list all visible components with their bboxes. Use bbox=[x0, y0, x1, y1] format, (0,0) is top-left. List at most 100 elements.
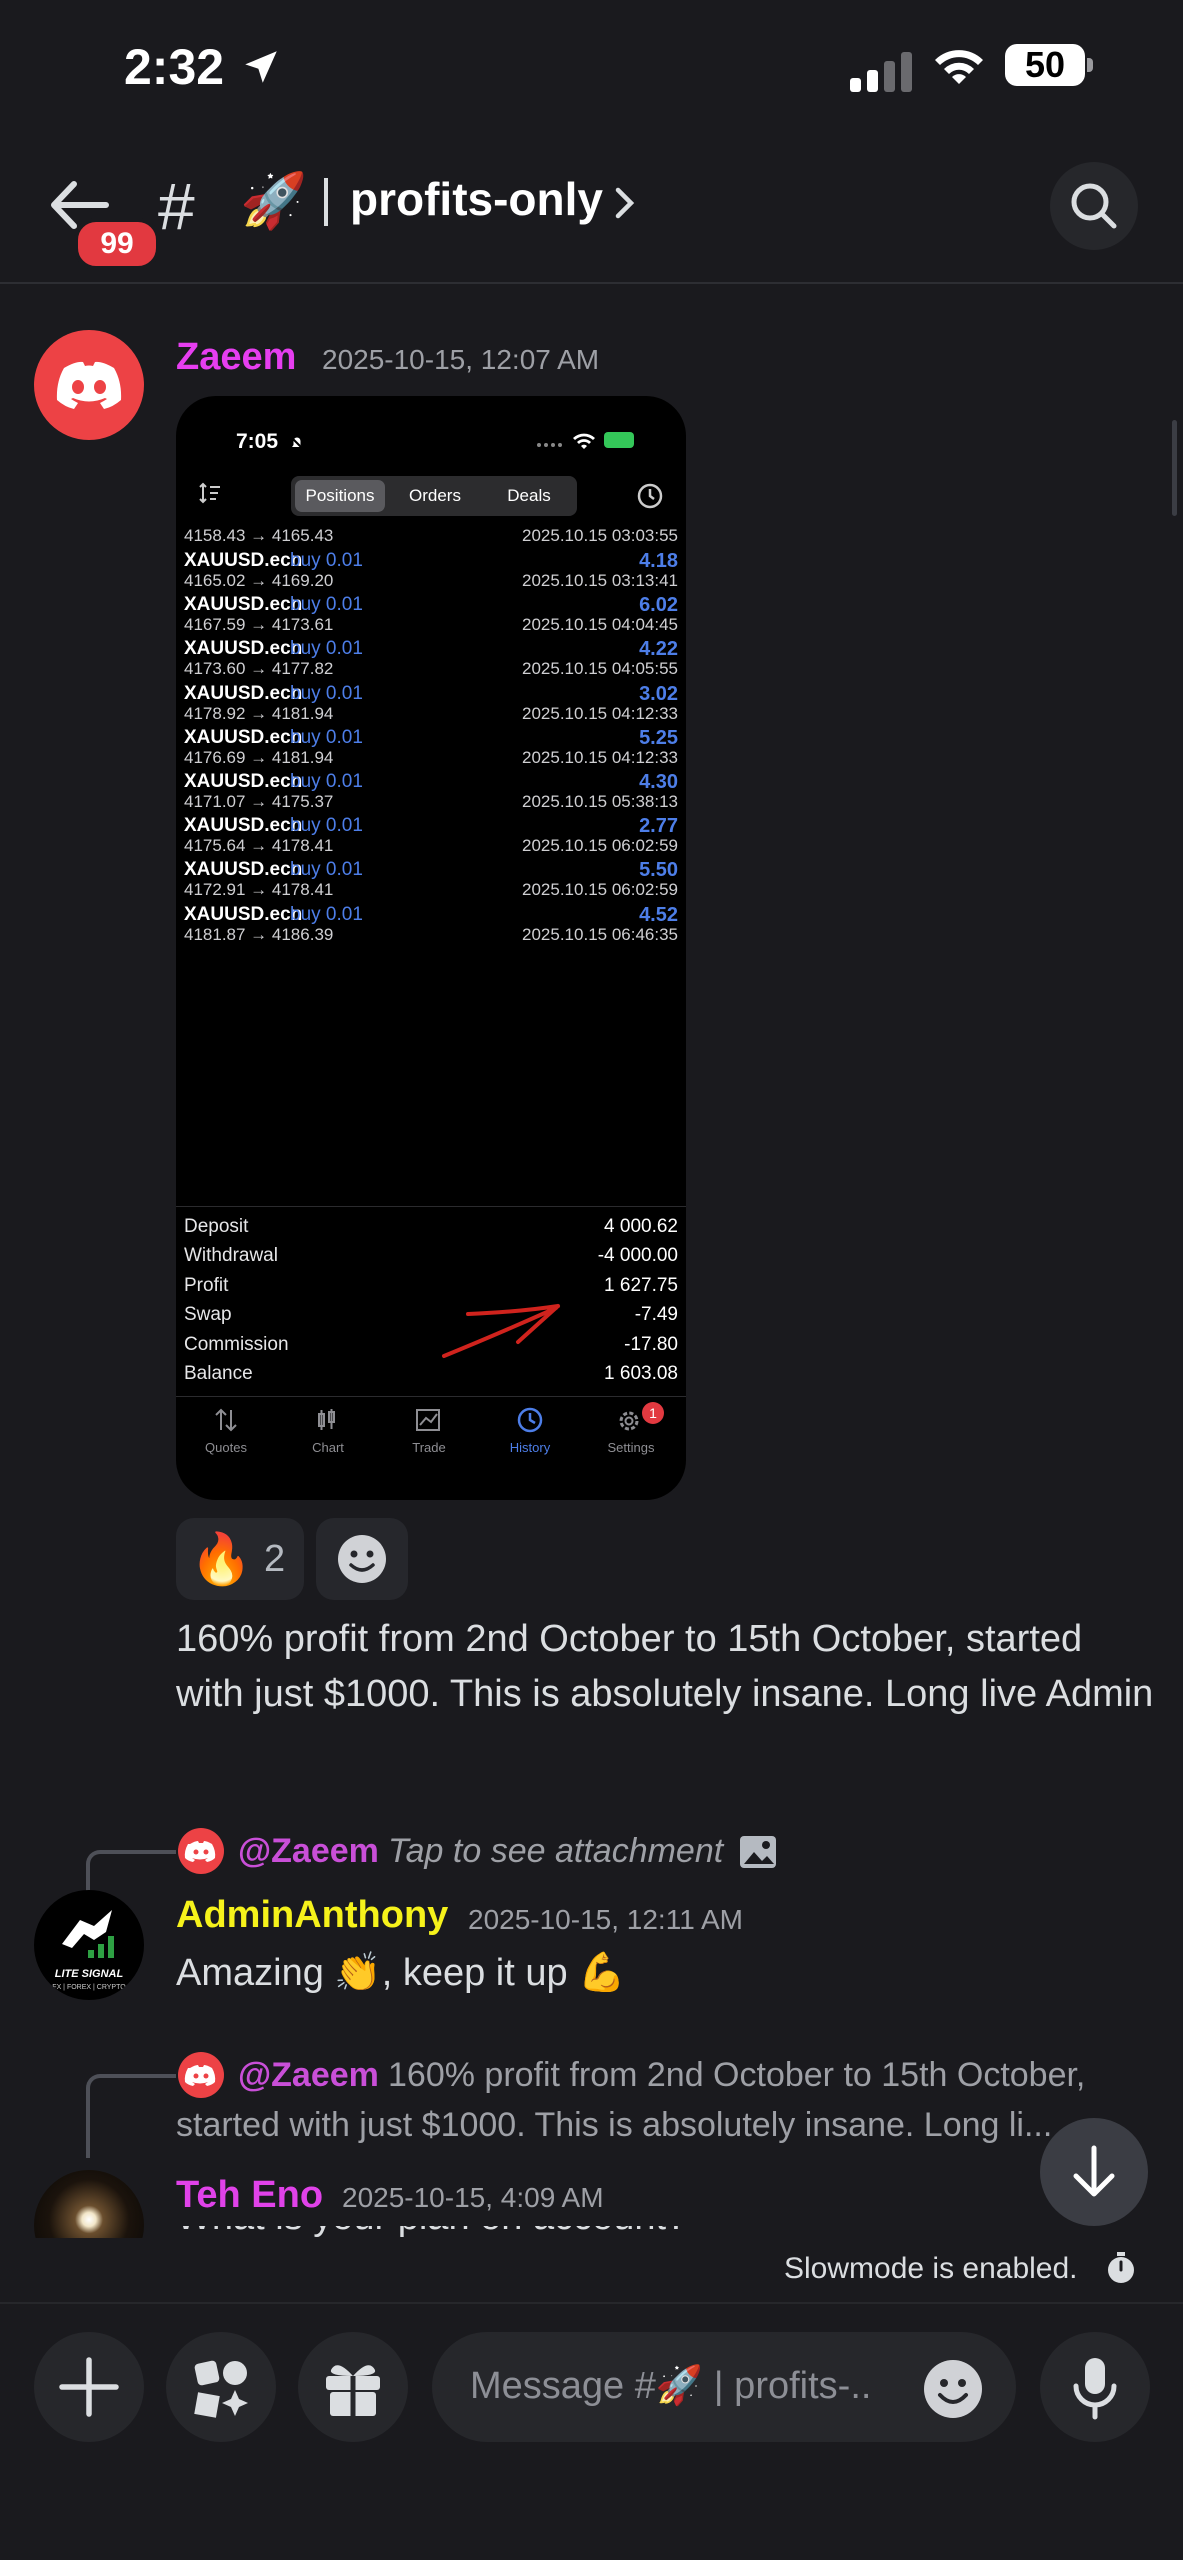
attachment-image[interactable]: 7:05 Positions Orders Deals 4158.43 → 41… bbox=[176, 396, 686, 1500]
trade-prices: 4176.69 → 4181.94 bbox=[184, 747, 334, 767]
summary-label: Withdrawal bbox=[184, 1245, 278, 1267]
trade-side: buy 0.01 bbox=[290, 815, 363, 837]
trade-symbol: XAUUSD.ecn bbox=[184, 903, 303, 925]
gift-icon bbox=[326, 2365, 380, 2416]
discord-logo-icon bbox=[184, 2065, 216, 2086]
add-reaction-button[interactable] bbox=[316, 1518, 408, 1600]
summary-value: -4 000.00 bbox=[597, 1245, 678, 1267]
message-timestamp: 2025-10-15, 4:09 AM bbox=[342, 2182, 604, 2213]
trade-side: buy 0.01 bbox=[290, 638, 363, 660]
tab-deals: Deals bbox=[507, 486, 551, 505]
channel-hash-icon: # bbox=[158, 169, 195, 243]
reply-avatar bbox=[178, 2052, 224, 2098]
reaction-count: 2 bbox=[264, 1538, 286, 1580]
title-divider bbox=[324, 178, 328, 226]
row-date: 2025.10.15 03:03:55 bbox=[522, 526, 678, 545]
unread-badge: 99 bbox=[74, 218, 160, 270]
trade-profit: 4.52 bbox=[639, 903, 678, 926]
trade-symbol: XAUUSD.ecn bbox=[184, 771, 303, 792]
reply-preview-line1[interactable]: 160% profit from 2nd October to 15th Oct… bbox=[388, 2056, 1085, 2095]
jump-to-bottom-button[interactable] bbox=[1040, 2118, 1148, 2226]
stopwatch-icon bbox=[1108, 2252, 1134, 2283]
trade-profit: 5.50 bbox=[639, 859, 678, 882]
trade-prices: 4172.91 → 4178.41 bbox=[184, 880, 334, 900]
summary-label: Commission bbox=[184, 1333, 289, 1355]
avatar-adminanthony[interactable]: LITE SIGNAL FX | FOREX | CRYPTO bbox=[34, 1890, 144, 2000]
trade-side: buy 0.01 bbox=[290, 726, 363, 748]
reply-preview-line2[interactable]: started with just $1000. This is absolut… bbox=[176, 2106, 1136, 2145]
trade-profit: 4.22 bbox=[639, 638, 678, 661]
trade-prices: 4165.02 → 4169.20 bbox=[184, 571, 334, 590]
scrollbar[interactable] bbox=[1172, 420, 1177, 516]
reply-mention[interactable]: @Zaeem bbox=[238, 1832, 379, 1871]
author-adminanthony[interactable]: AdminAnthony bbox=[176, 1894, 448, 1937]
author-teheno[interactable]: Teh Eno bbox=[176, 2174, 323, 2217]
trade-symbol: XAUUSD.ecn bbox=[184, 638, 303, 660]
summary-value: -17.80 bbox=[624, 1333, 678, 1355]
trade-date: 2025.10.15 06:46:35 bbox=[522, 924, 678, 944]
reaction-fire[interactable]: 🔥 2 bbox=[176, 1518, 304, 1600]
tab-history: History bbox=[509, 1440, 551, 1455]
row-prices: 4158.43 → 4165.43 bbox=[184, 526, 334, 545]
trade-profit: 5.25 bbox=[639, 726, 678, 749]
avatar-brand-subtext: FX | FOREX | CRYPTO bbox=[52, 1984, 126, 1991]
search-icon bbox=[1071, 183, 1117, 229]
shot-wifi-icon bbox=[573, 433, 595, 449]
trade-profit: 6.02 bbox=[639, 594, 678, 617]
reply-connector bbox=[86, 1850, 176, 1894]
tabbar-divider bbox=[176, 1396, 686, 1397]
bull-logo-icon bbox=[62, 1910, 114, 1958]
trade-date: 2025.10.15 06:02:59 bbox=[522, 880, 678, 900]
reply-connector bbox=[86, 2074, 176, 2158]
header-divider bbox=[0, 282, 1183, 284]
quotes-icon bbox=[215, 1408, 237, 1432]
avatar-zaeem[interactable] bbox=[34, 330, 144, 440]
summary-value: 1 627.75 bbox=[604, 1274, 678, 1296]
trade-side: buy 0.01 bbox=[290, 594, 363, 616]
microphone-icon bbox=[1073, 2358, 1117, 2420]
channel-name[interactable]: profits-only bbox=[350, 172, 603, 226]
location-arrow-icon bbox=[245, 51, 277, 83]
fire-emoji: 🔥 bbox=[190, 1531, 253, 1587]
cellular-signal-icon bbox=[850, 52, 912, 92]
trade-date: 2025.10.15 06:02:59 bbox=[522, 836, 678, 856]
battery-cap bbox=[1087, 58, 1093, 72]
apps-button[interactable] bbox=[166, 2332, 276, 2442]
trade-date: 2025.10.15 03:13:41 bbox=[522, 571, 678, 590]
emoji-icon[interactable] bbox=[922, 2358, 984, 2420]
discord-logo-icon bbox=[56, 361, 122, 409]
gift-button[interactable] bbox=[298, 2332, 408, 2442]
summary-value: -7.49 bbox=[634, 1304, 678, 1326]
shot-time: 7:05 bbox=[236, 430, 279, 453]
add-attachment-button[interactable] bbox=[34, 2332, 144, 2442]
trade-symbol: XAUUSD.ecn bbox=[184, 859, 303, 881]
smiley-icon bbox=[338, 1535, 386, 1583]
trade-profit: 4.30 bbox=[639, 771, 678, 793]
trade-prices: 4175.64 → 4178.41 bbox=[184, 836, 334, 856]
apps-icon bbox=[194, 2360, 248, 2418]
message-timestamp: 2025-10-15, 12:11 AM bbox=[468, 1904, 744, 1935]
status-time: 2:32 bbox=[124, 39, 225, 95]
tab-settings: Settings bbox=[607, 1440, 655, 1455]
summary-label: Swap bbox=[184, 1304, 232, 1326]
tab-segment: Positions Orders Deals bbox=[291, 476, 577, 516]
clock-icon bbox=[637, 483, 663, 509]
shot-battery bbox=[604, 432, 634, 448]
trade-profit: 4.18 bbox=[639, 550, 678, 572]
reply-mention[interactable]: @Zaeem bbox=[238, 2056, 379, 2095]
plus-icon bbox=[59, 2357, 119, 2417]
message-timestamp: 2025-10-15, 12:07 AM bbox=[322, 344, 600, 375]
image-icon bbox=[740, 1836, 776, 1868]
summary-label: Balance bbox=[184, 1363, 253, 1384]
voice-message-button[interactable] bbox=[1040, 2332, 1150, 2442]
chevron-right-icon[interactable] bbox=[614, 186, 636, 220]
trade-symbol: XAUUSD.ecn bbox=[184, 815, 303, 837]
settings-gear-icon bbox=[619, 1411, 639, 1431]
trade-date: 2025.10.15 04:05:55 bbox=[522, 659, 678, 679]
author-zaeem[interactable]: Zaeem bbox=[176, 336, 296, 379]
sort-icon bbox=[199, 482, 220, 504]
trade-profit: 3.02 bbox=[639, 682, 678, 705]
search-button[interactable] bbox=[1050, 162, 1138, 250]
reply-preview[interactable]: Tap to see attachment bbox=[388, 1832, 723, 1871]
discord-logo-icon bbox=[184, 1841, 216, 1862]
